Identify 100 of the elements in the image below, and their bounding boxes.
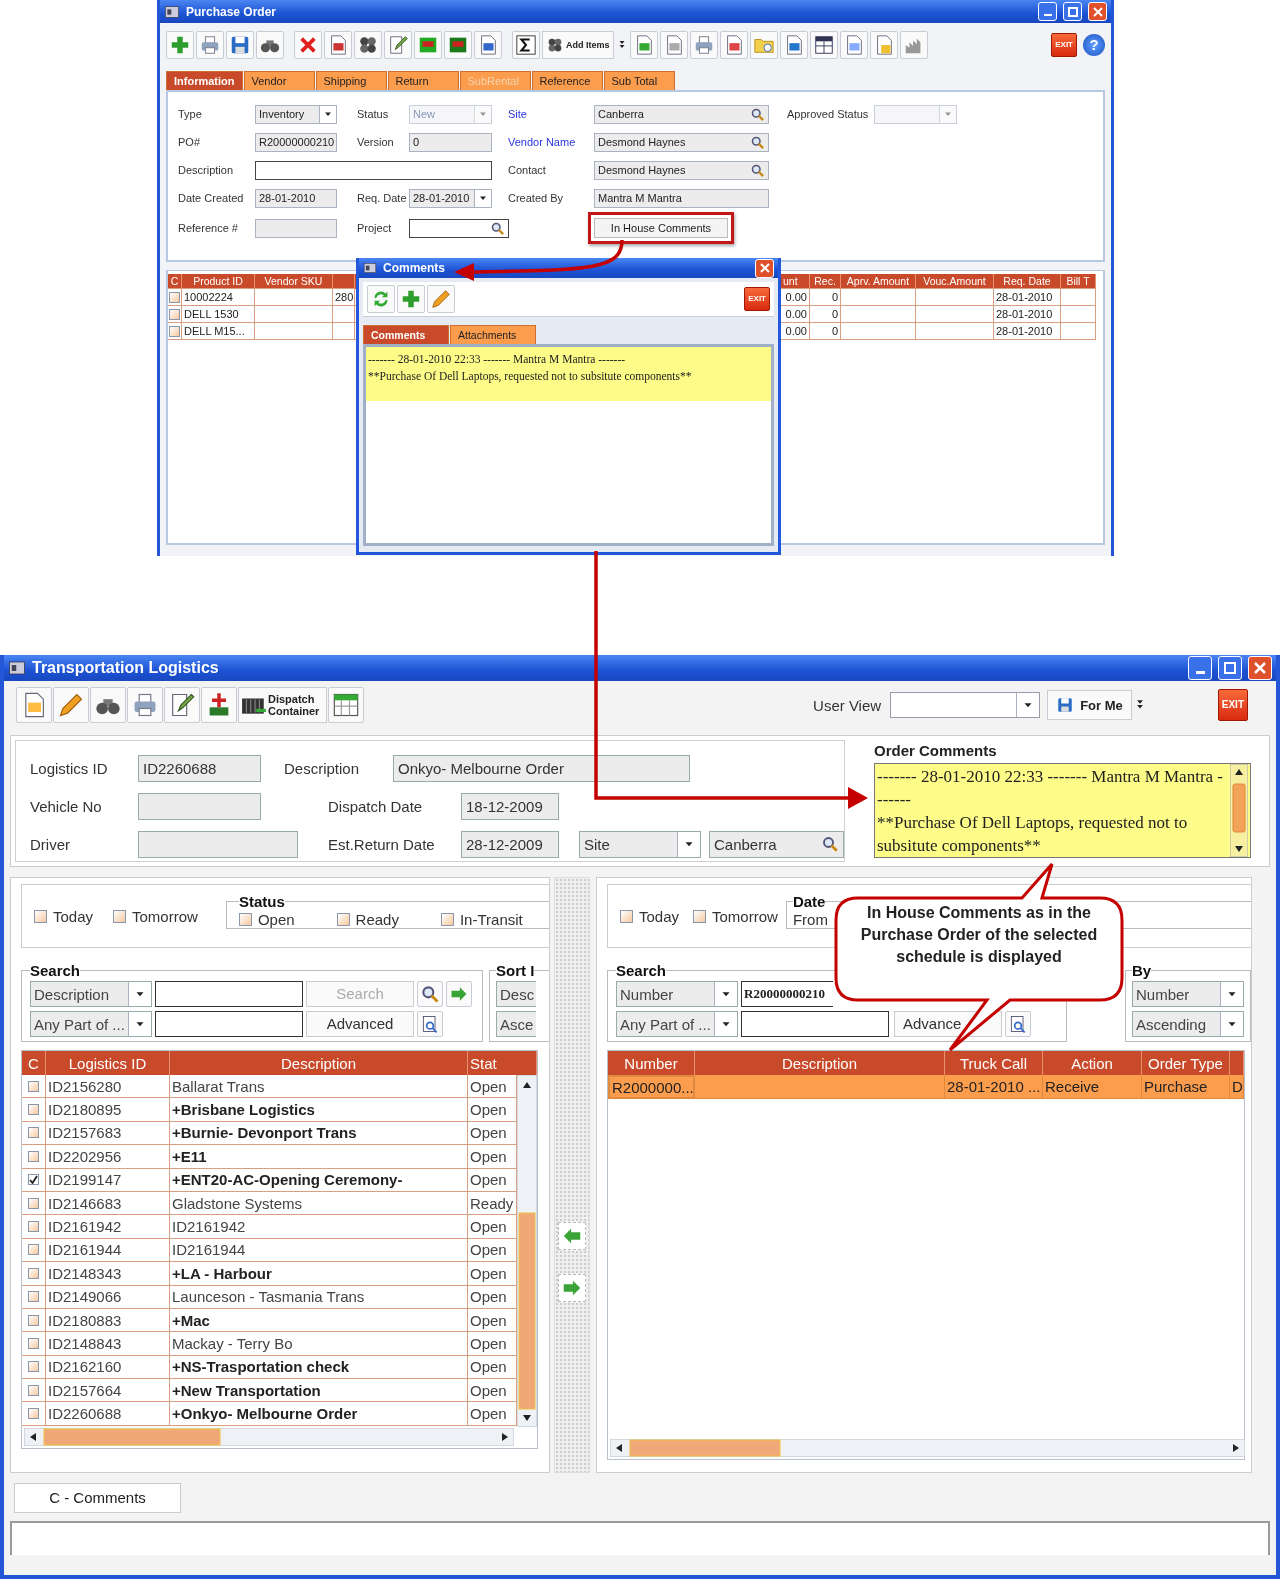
tab[interactable]: Return xyxy=(387,71,459,90)
checkbox[interactable] xyxy=(28,1127,39,1139)
column-header[interactable] xyxy=(333,274,355,289)
checkbox[interactable] xyxy=(28,1174,39,1186)
comments-button[interactable]: In House Comments xyxy=(594,218,728,238)
search-field[interactable]: R20000000210 xyxy=(741,981,833,1007)
tab[interactable]: Vendor xyxy=(243,71,315,90)
checkbox[interactable] xyxy=(28,1267,39,1279)
text-field[interactable]: 0 xyxy=(409,132,492,152)
text-field[interactable]: ID2260688 xyxy=(138,754,261,782)
dropdown[interactable]: Number xyxy=(616,981,738,1007)
column-header[interactable]: C xyxy=(22,1051,46,1075)
search-icon[interactable] xyxy=(821,835,839,853)
add-items-button[interactable]: Add Items xyxy=(542,31,614,59)
field-link[interactable]: Site xyxy=(508,108,594,120)
checkbox[interactable] xyxy=(28,1384,39,1396)
close-button[interactable] xyxy=(1248,656,1272,680)
text-field[interactable] xyxy=(138,830,298,858)
plus-icon[interactable] xyxy=(400,288,422,310)
checkbox[interactable] xyxy=(336,912,350,926)
lookup-field[interactable]: Canberra xyxy=(709,830,844,858)
circles-icon[interactable] xyxy=(357,34,379,56)
tab[interactable]: Attachments xyxy=(450,325,536,344)
close-button[interactable] xyxy=(1088,2,1107,21)
text-field[interactable]: Onkyo- Melbourne Order xyxy=(393,754,690,782)
column-header[interactable]: C xyxy=(168,274,182,289)
date-field[interactable]: 28-01-2010 xyxy=(409,188,492,208)
text-field[interactable] xyxy=(138,792,261,820)
dropdown[interactable]: Any Part of ... xyxy=(30,1011,152,1037)
lookup-field[interactable]: Canberra xyxy=(594,104,769,124)
calendar-icon[interactable] xyxy=(332,691,360,719)
tab[interactable]: Reference xyxy=(531,71,603,90)
column-header[interactable]: Rec. xyxy=(810,274,841,289)
column-header[interactable]: Logistics ID xyxy=(46,1051,170,1075)
lookup-field[interactable]: Desmond Haynes xyxy=(594,160,769,180)
table-row[interactable]: R2000000... 28-01-2010 ... Receive Purchase D xyxy=(608,1075,1244,1099)
text-field[interactable] xyxy=(255,160,492,180)
checkbox[interactable] xyxy=(620,909,633,923)
checkbox[interactable] xyxy=(28,1244,39,1256)
column-header[interactable]: Bill T xyxy=(1061,274,1096,289)
search-field[interactable] xyxy=(155,1011,303,1037)
search-field[interactable] xyxy=(409,218,509,238)
close-button[interactable] xyxy=(755,258,774,278)
text-field[interactable]: R20000000210 xyxy=(255,132,337,152)
checkbox[interactable] xyxy=(693,909,707,923)
vertical-scrollbar[interactable] xyxy=(1230,764,1248,857)
column-header[interactable]: Product ID xyxy=(182,274,255,289)
vertical-scrollbar[interactable] xyxy=(517,1075,537,1427)
move-right-button[interactable] xyxy=(558,1274,586,1302)
dropdown[interactable]: Inventory xyxy=(255,104,337,124)
checkbox[interactable] xyxy=(34,909,47,923)
column-header[interactable]: unt xyxy=(781,274,810,289)
maximize-button[interactable] xyxy=(1218,656,1242,680)
lookup-field[interactable]: Desmond Haynes xyxy=(594,132,769,152)
search-field[interactable] xyxy=(741,1011,889,1037)
search-icon[interactable] xyxy=(420,984,440,1004)
checkbox[interactable] xyxy=(440,912,454,926)
checkbox[interactable] xyxy=(28,1314,39,1326)
filter-icon[interactable] xyxy=(1008,1014,1028,1034)
search-icon[interactable] xyxy=(750,106,765,122)
horizontal-scrollbar[interactable] xyxy=(610,1439,1245,1457)
edit-icon[interactable] xyxy=(387,34,409,56)
minimize-button[interactable] xyxy=(1188,656,1212,680)
checkbox[interactable] xyxy=(169,291,180,303)
sigma-icon[interactable] xyxy=(515,34,537,56)
dropdown[interactable]: Description xyxy=(30,981,152,1007)
text-field[interactable]: Mantra M Mantra xyxy=(594,188,769,208)
checkbox[interactable] xyxy=(28,1150,39,1162)
checkbox[interactable] xyxy=(28,1197,39,1209)
column-header[interactable]: Req. Date xyxy=(994,274,1061,289)
tab[interactable]: Information xyxy=(166,71,243,90)
checkbox[interactable] xyxy=(113,909,127,923)
user-view-dropdown[interactable] xyxy=(890,692,1041,718)
dropdown[interactable]: Asce xyxy=(496,1011,536,1037)
site-dropdown[interactable]: Site xyxy=(579,830,701,858)
exit-button[interactable]: EXIT xyxy=(744,287,770,311)
dropdown[interactable]: Any Part of ... xyxy=(616,1011,738,1037)
text-field[interactable]: 28-01-2010 xyxy=(255,188,337,208)
column-header[interactable]: Vendor SKU xyxy=(255,274,333,289)
exit-button[interactable]: EXIT xyxy=(1051,33,1077,57)
search-field[interactable] xyxy=(155,981,303,1007)
advanced-button[interactable]: Advanced xyxy=(306,1011,414,1037)
save-icon[interactable] xyxy=(229,34,251,56)
column-header[interactable]: Vouc.Amount xyxy=(916,274,994,289)
checkbox[interactable] xyxy=(28,1338,39,1349)
move-left-button[interactable] xyxy=(558,1222,586,1250)
tab[interactable]: Shipping xyxy=(315,71,387,90)
checkbox[interactable] xyxy=(169,308,180,320)
column-header[interactable]: Aprv. Amount xyxy=(841,274,916,289)
pencil-icon[interactable] xyxy=(57,691,85,719)
for-me-button[interactable]: For Me xyxy=(1047,690,1132,720)
dropdown[interactable]: Number xyxy=(1132,981,1244,1007)
exit-button[interactable]: EXIT xyxy=(1217,689,1248,721)
horizontal-scrollbar[interactable] xyxy=(24,1428,514,1446)
dispatch-container-button[interactable]: Dispatch Container xyxy=(238,687,327,723)
search-icon[interactable] xyxy=(750,134,765,150)
tab[interactable]: Sub Total xyxy=(603,71,675,90)
dropdown[interactable]: Ascending xyxy=(1132,1011,1244,1037)
date-field[interactable]: 28-12-2009 xyxy=(461,830,559,858)
checkbox[interactable] xyxy=(238,912,252,926)
